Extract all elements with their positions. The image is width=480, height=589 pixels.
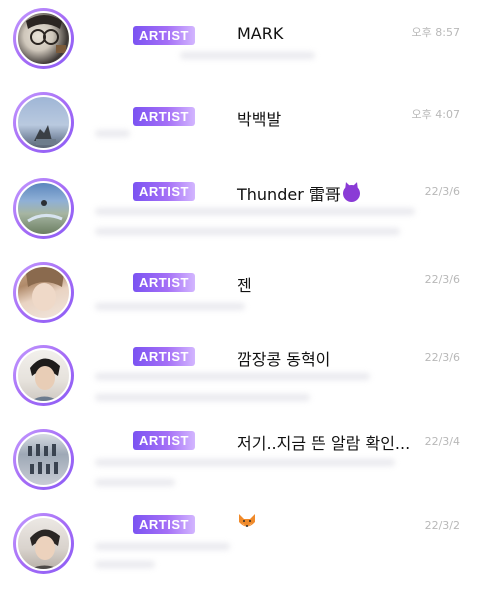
message-preview-blurred [95,561,155,568]
avatar[interactable] [13,178,74,239]
conversation-row[interactable]: ARTIST 젠 22/3/6 [0,256,480,338]
smiling-devil-emoji-icon [342,185,360,202]
conversation-row[interactable]: ARTIST 22/3/2 [0,507,480,589]
avatar[interactable] [13,92,74,153]
conversation-row[interactable]: ARTIST 깜장콩 동혁이 22/3/6 [0,339,480,421]
conversation-row[interactable]: ARTIST 저기..지금 뜬 알람 확인... 22/3/4 [0,423,480,505]
message-preview-blurred [95,459,395,466]
conversation-time: 22/3/4 [424,435,460,448]
conversation-time: 22/3/6 [424,273,460,286]
message-preview-blurred [95,394,310,401]
message-preview-blurred [95,303,245,310]
conversation-time: 22/3/6 [424,351,460,364]
artist-badge: ARTIST [133,182,195,201]
conversation-row[interactable]: ARTIST 박백발 오후 4:07 [0,86,480,168]
conversation-row[interactable]: ARTIST Thunder 雷哥 22/3/6 [0,172,480,254]
conversation-time: 22/3/2 [424,519,460,532]
avatar[interactable] [13,262,74,323]
message-preview-blurred [95,228,400,235]
message-preview-blurred [95,373,370,380]
conversation-time: 오후 4:07 [411,108,460,121]
message-preview-blurred [95,208,415,215]
conversation-name-text: Thunder 雷哥 [237,185,341,204]
avatar[interactable] [13,8,74,69]
conversation-name [237,513,257,532]
avatar[interactable] [13,513,74,574]
conversation-row[interactable]: ARTIST MARK 오후 8:57 [0,2,480,84]
fox-emoji-icon [237,513,257,531]
artist-badge: ARTIST [133,347,195,366]
artist-badge: ARTIST [133,273,195,292]
conversation-name: 깜장콩 동혁이 [237,350,331,369]
artist-badge: ARTIST [133,107,195,126]
conversation-name: MARK [237,24,284,43]
artist-badge: ARTIST [133,26,195,45]
message-preview-blurred [95,543,230,550]
conversation-name: 저기..지금 뜬 알람 확인... [237,434,411,453]
conversation-name: Thunder 雷哥 [237,181,360,205]
avatar[interactable] [13,345,74,406]
message-preview-blurred [180,52,315,59]
message-preview-blurred [95,479,175,486]
conversation-name: 젠 [237,276,252,295]
artist-badge: ARTIST [133,431,195,450]
conversation-name: 박백발 [237,110,282,129]
message-preview-blurred [95,130,130,137]
avatar[interactable] [13,429,74,490]
conversation-time: 오후 8:57 [411,26,460,39]
conversation-time: 22/3/6 [424,185,460,198]
artist-badge: ARTIST [133,515,195,534]
